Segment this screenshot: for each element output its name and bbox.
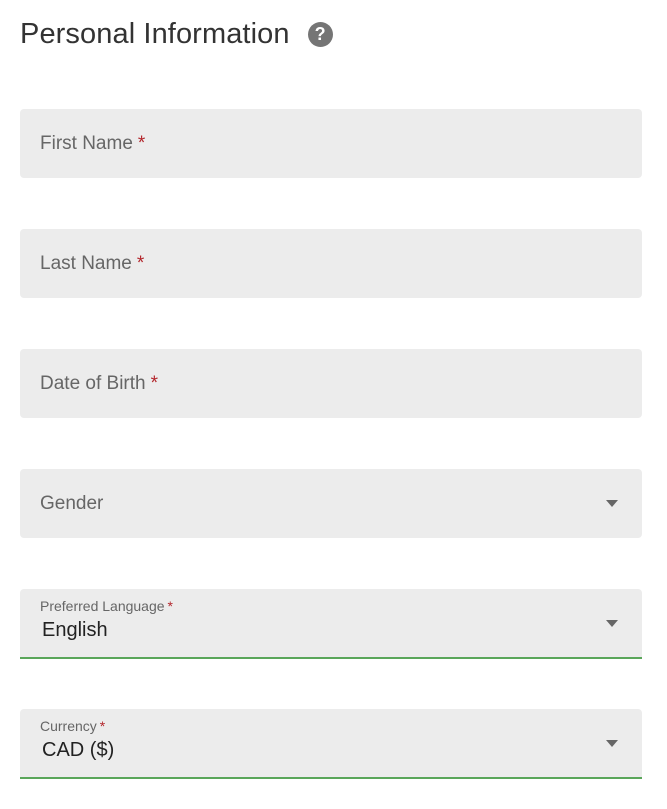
- preferred-language-value: English: [42, 619, 108, 641]
- gender-label: Gender: [40, 493, 104, 514]
- section-header: Personal Information ?: [20, 12, 333, 56]
- question-circle-icon[interactable]: ?: [307, 21, 333, 47]
- preferred-language-select[interactable]: Preferred Language * English: [20, 589, 642, 659]
- currency-select[interactable]: Currency * CAD ($): [20, 709, 642, 779]
- page-title: Personal Information: [20, 17, 290, 50]
- currency-floating-label: Currency *: [40, 718, 105, 734]
- required-asterisk: *: [137, 133, 146, 154]
- first-name-field[interactable]: First Name *: [20, 109, 642, 178]
- last-name-label: Last Name: [40, 253, 132, 274]
- required-asterisk: *: [99, 718, 106, 734]
- date-of-birth-field[interactable]: Date of Birth *: [20, 349, 642, 418]
- date-of-birth-placeholder: Date of Birth *: [40, 373, 158, 395]
- chevron-down-icon[interactable]: [606, 620, 618, 627]
- first-name-label: First Name: [40, 133, 133, 154]
- required-asterisk: *: [136, 253, 145, 274]
- required-asterisk: *: [167, 598, 173, 614]
- help-glyph: ?: [314, 23, 326, 44]
- chevron-down-icon[interactable]: [606, 740, 618, 747]
- first-name-placeholder: First Name *: [40, 133, 145, 155]
- preferred-language-label: Preferred Language: [40, 598, 165, 614]
- currency-value: CAD ($): [42, 739, 115, 761]
- currency-label: Currency: [40, 718, 97, 734]
- preferred-language-floating-label: Preferred Language *: [40, 598, 173, 614]
- chevron-down-icon[interactable]: [606, 500, 618, 507]
- last-name-placeholder: Last Name *: [40, 253, 144, 275]
- gender-select[interactable]: Gender: [20, 469, 642, 538]
- last-name-field[interactable]: Last Name *: [20, 229, 642, 298]
- required-asterisk: *: [150, 373, 159, 394]
- date-of-birth-label: Date of Birth: [40, 373, 146, 394]
